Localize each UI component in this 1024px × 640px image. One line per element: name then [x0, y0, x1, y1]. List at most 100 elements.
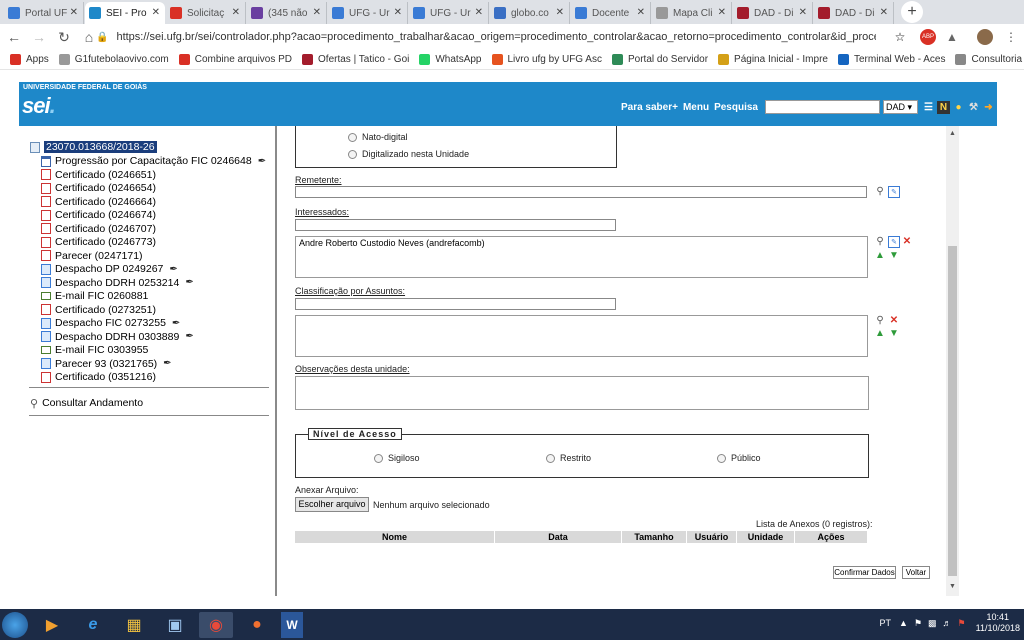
word-icon[interactable]: W [281, 611, 303, 638]
add-interessado-icon[interactable]: ✎ [888, 236, 900, 248]
tree-item-label[interactable]: Progressão por Capacitação FIC 0246648 [55, 155, 252, 167]
remove-classificacao-icon[interactable]: ✕ [888, 315, 900, 327]
reload-icon[interactable]: ↻ [53, 29, 75, 46]
chrome-taskbar-icon[interactable]: ◉ [199, 611, 233, 638]
tree-item[interactable]: Certificado (0246773) [41, 235, 156, 249]
tree-item[interactable]: Parecer (0247171) [41, 249, 143, 263]
network-icon[interactable]: ▩ [928, 618, 937, 629]
signature-pen-icon[interactable]: ✒ [185, 277, 193, 288]
tree-item-label[interactable]: Certificado (0273251) [55, 304, 156, 316]
move-down-icon[interactable]: ▼ [888, 250, 900, 262]
signal-icon[interactable]: ▲ [944, 29, 960, 45]
flag-icon[interactable]: ⚑ [914, 618, 922, 629]
search-classificacao-icon[interactable]: ⚲ [874, 315, 886, 327]
browser-tab[interactable]: UFG - Ur ✕ [328, 2, 408, 24]
tree-item[interactable]: Despacho DP 0249267 ✒ [41, 262, 178, 276]
browser-tab[interactable]: Docente ✕ [571, 2, 651, 24]
tree-item[interactable]: Certificado (0246664) [41, 195, 156, 209]
new-tab-button[interactable]: + [901, 1, 923, 23]
bookmark-item[interactable]: Apps [10, 54, 49, 65]
classificacao-down-icon[interactable]: ▼ [888, 328, 900, 340]
interessados-input[interactable] [295, 219, 616, 231]
browser-tab[interactable]: Mapa Cli ✕ [652, 2, 732, 24]
escolher-arquivo-button[interactable]: Escolher arquivo [295, 497, 369, 512]
confirmar-dados-button[interactable]: Confirmar Dados [833, 566, 896, 579]
tab-close-icon[interactable]: ✕ [152, 7, 160, 18]
action-center-icon[interactable]: ⚑ [958, 618, 966, 629]
file-explorer-icon[interactable]: ▦ [117, 612, 151, 638]
tab-close-icon[interactable]: ✕ [313, 7, 321, 18]
browser-tab[interactable]: UFG - Ur ✕ [409, 2, 489, 24]
bookmark-item[interactable]: Terminal Web - Aces [837, 54, 945, 65]
process-number[interactable]: 23070.013668/2018-26 [44, 141, 157, 153]
browser-tab[interactable]: globo.co ✕ [490, 2, 570, 24]
tree-item[interactable]: Certificado (0246654) [41, 181, 156, 195]
sei-logo[interactable]: sei. [22, 93, 56, 119]
network-app-icon[interactable]: ▣ [158, 612, 192, 638]
star-icon[interactable]: ☆ [892, 29, 908, 45]
unit-select[interactable]: DAD ▾ [883, 100, 918, 114]
restrito-option[interactable]: Restrito [546, 453, 591, 464]
search-icon[interactable]: ⚲ [874, 186, 886, 198]
start-button[interactable] [2, 611, 28, 638]
remetente-input[interactable] [295, 186, 867, 198]
adblock-icon[interactable]: ABP [920, 29, 936, 45]
nato-digital-option[interactable]: Nato-digital [348, 132, 408, 143]
tab-close-icon[interactable]: ✕ [70, 7, 78, 18]
tree-item-label[interactable]: Certificado (0246664) [55, 196, 156, 208]
tree-item-label[interactable]: Certificado (0246674) [55, 209, 156, 221]
tab-close-icon[interactable]: ✕ [880, 7, 888, 18]
tree-item-label[interactable]: Certificado (0246707) [55, 223, 156, 235]
sigiloso-radio[interactable] [374, 454, 383, 464]
bookmark-item[interactable]: G1futebolaovivo.com [58, 54, 169, 65]
tree-item-label[interactable]: Parecer (0247171) [55, 250, 143, 262]
forward-icon[interactable]: → [28, 29, 50, 45]
browser-tab[interactable]: DAD - Di ✕ [814, 2, 894, 24]
browser-tab[interactable]: DAD - Di ✕ [733, 2, 813, 24]
browser-tab[interactable]: Portal UF ✕ [4, 2, 84, 24]
bookmark-item[interactable]: Portal do Servidor [611, 54, 708, 65]
consultar-andamento-link[interactable]: ⚲ Consultar Andamento [30, 396, 143, 410]
search-input[interactable] [765, 100, 880, 114]
bookmark-item[interactable]: Combine arquivos PD [178, 54, 292, 65]
tools-icon[interactable]: ⚒ [967, 101, 980, 114]
tree-item[interactable]: E-mail FIC 0303955 [41, 343, 148, 357]
publico-radio[interactable] [717, 454, 726, 464]
exit-icon[interactable]: ➜ [982, 101, 995, 114]
remove-icon[interactable]: ✕ [901, 236, 913, 248]
back-icon[interactable]: ← [3, 29, 25, 45]
tray-arrow-icon[interactable]: ▲ [899, 618, 908, 628]
tree-item[interactable]: Parecer 93 (0321765) ✒ [41, 357, 172, 371]
search-interessado-icon[interactable]: ⚲ [874, 236, 886, 248]
tree-item-label[interactable]: E-mail FIC 0260881 [55, 290, 148, 302]
browser-tab[interactable]: Solicitaç ✕ [166, 2, 246, 24]
voltar-button[interactable]: Voltar [902, 566, 930, 579]
classificacao-list[interactable] [295, 315, 868, 357]
sigiloso-option[interactable]: Sigiloso [374, 453, 420, 464]
bookmark-item[interactable]: Ofertas | Tatico - Goi [302, 54, 409, 65]
classificacao-input[interactable] [295, 298, 616, 310]
bookmark-item[interactable]: Página Inicial - Impre [718, 54, 828, 65]
chrome-menu-icon[interactable]: ⋮ [1003, 29, 1019, 45]
tab-close-icon[interactable]: ✕ [556, 7, 564, 18]
browser-tab[interactable]: (345 não ✕ [247, 2, 327, 24]
tab-close-icon[interactable]: ✕ [232, 7, 240, 18]
tree-item[interactable]: Despacho FIC 0273255 ✒ [41, 316, 180, 330]
media-player-icon[interactable]: ▶ [35, 612, 69, 638]
tree-item-label[interactable]: E-mail FIC 0303955 [55, 344, 148, 356]
address-bar[interactable]: 🔒 https://sei.ufg.br/sei/controlador.php… [96, 26, 916, 48]
tab-close-icon[interactable]: ✕ [799, 7, 807, 18]
bookmark-item[interactable]: Livro ufg by UFG Asc [491, 54, 602, 65]
tree-item[interactable]: Certificado (0246651) [41, 168, 156, 182]
tab-close-icon[interactable]: ✕ [718, 7, 726, 18]
interessados-list[interactable]: Andre Roberto Custodio Neves (andrefacom… [295, 236, 868, 278]
tree-item[interactable]: Certificado (0273251) [41, 303, 156, 317]
interessado-item[interactable]: Andre Roberto Custodio Neves (andrefacom… [296, 237, 867, 249]
signature-pen-icon[interactable]: ✒ [172, 318, 180, 329]
tab-close-icon[interactable]: ✕ [394, 7, 402, 18]
browser-tab[interactable]: SEI - Pro ✕ [85, 2, 165, 24]
form-scrollbar[interactable]: ▲ ▼ [946, 126, 959, 596]
tree-item-label[interactable]: Certificado (0351216) [55, 371, 156, 383]
clock[interactable]: 10:41 11/10/2018 [976, 612, 1020, 634]
tab-close-icon[interactable]: ✕ [475, 7, 483, 18]
